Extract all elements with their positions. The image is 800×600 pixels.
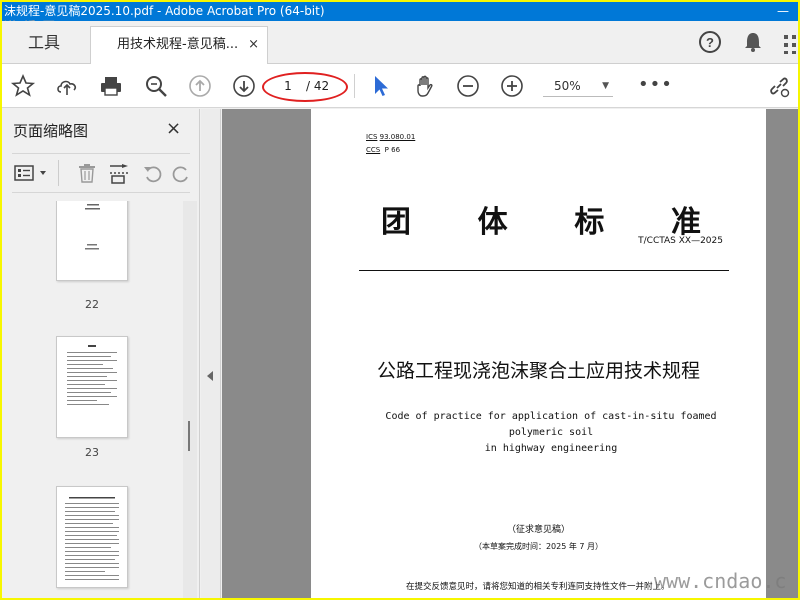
page-total-label: / 42 <box>306 79 330 93</box>
page-preview <box>67 345 117 405</box>
main-toolbar: 1 / 42 50% ▼ ••• <box>2 64 798 108</box>
bookmark-star-icon[interactable] <box>10 73 36 99</box>
select-cursor-icon[interactable] <box>368 73 394 99</box>
delete-page-icon[interactable] <box>76 162 98 184</box>
chevron-down-icon: ▼ <box>602 81 609 91</box>
help-icon[interactable]: ? <box>697 29 723 55</box>
zoom-in-icon[interactable] <box>499 73 525 99</box>
toolbar-divider <box>354 74 355 98</box>
page-preview <box>65 497 119 580</box>
heading-char: 体 <box>477 205 508 240</box>
rotate-clockwise-icon[interactable] <box>172 162 190 184</box>
thumbnail-options-icon[interactable] <box>14 162 50 184</box>
document-view[interactable]: ICS 93.080.01 CCS P 66 团 体 标 准 T/CCTAS X… <box>222 109 798 598</box>
heading-char: 团 <box>381 205 411 240</box>
thumbnail-page[interactable] <box>56 201 128 281</box>
thumbnail-page-number: 22 <box>85 298 99 311</box>
tab-bar: 工具 用技术规程-意见稿... × ? <box>2 21 798 64</box>
ics-code: 93.080.01 <box>379 133 416 141</box>
title-rule <box>359 270 729 271</box>
ccs-label: CCS <box>366 146 381 154</box>
collapse-panel-arrow-icon[interactable] <box>207 371 213 381</box>
rotate-counterclockwise-icon[interactable] <box>142 162 164 184</box>
english-title-line: in highway engineering <box>484 443 618 454</box>
share-link-icon[interactable] <box>766 73 792 99</box>
insert-page-icon[interactable] <box>108 162 130 184</box>
panel-splitter[interactable] <box>201 109 221 598</box>
more-tools-button[interactable]: ••• <box>638 74 673 95</box>
title-bar: 沫规程-意见稿2025.10.pdf - Adobe Acrobat Pro (… <box>2 2 798 21</box>
zoom-select[interactable]: 50% ▼ <box>543 75 613 97</box>
tab-document[interactable]: 用技术规程-意见稿... × <box>90 26 268 64</box>
thumbnail-scrollbar[interactable] <box>183 201 197 598</box>
page-preview <box>85 204 100 250</box>
tab-close-button[interactable]: × <box>248 27 259 63</box>
notification-bell-icon[interactable] <box>740 29 766 55</box>
panel-title: 页面缩略图 <box>13 122 89 140</box>
thumbnail-toolbar-divider <box>58 160 59 186</box>
zoom-value: 50% <box>554 79 581 93</box>
tab-document-label: 用技术规程-意见稿... <box>117 37 239 52</box>
minimize-button[interactable]: — <box>770 2 796 20</box>
thumbnail-toolbar <box>12 153 190 193</box>
pdf-page: ICS 93.080.01 CCS P 66 团 体 标 准 T/CCTAS X… <box>311 109 766 598</box>
thumbnail-page-number: 23 <box>85 446 99 459</box>
classification-codes: ICS 93.080.01 CCS P 66 <box>366 131 415 157</box>
draft-label: （征求意见稿） <box>506 525 570 535</box>
next-page-icon[interactable] <box>231 73 257 99</box>
ics-label: ICS <box>366 133 378 141</box>
ccs-code: P 66 <box>384 146 401 154</box>
print-icon[interactable] <box>98 73 124 99</box>
site-watermark: www.cndao.c <box>654 569 787 593</box>
chinese-title: 公路工程现浇泡沫聚合土应用技术规程 <box>376 360 700 382</box>
app-grid-icon[interactable] <box>778 29 798 55</box>
svg-text:?: ? <box>706 35 714 50</box>
previous-page-icon[interactable] <box>187 73 213 99</box>
panel-close-button[interactable]: × <box>166 118 181 139</box>
zoom-out-icon[interactable] <box>455 73 481 99</box>
cloud-upload-icon[interactable] <box>54 73 80 99</box>
thumbnail-page[interactable] <box>56 336 128 438</box>
hand-tool-icon[interactable] <box>412 73 438 99</box>
standard-number: T/CCTAS XX—2025 <box>638 236 723 246</box>
search-zoom-icon[interactable] <box>143 73 169 99</box>
completion-date: （本草案完成时间：2025 年 7 月） <box>473 542 604 551</box>
acrobat-window: 沫规程-意见稿2025.10.pdf - Adobe Acrobat Pro (… <box>2 2 798 598</box>
thumbnail-list: 22 23 <box>2 201 182 598</box>
scrollbar-thumb[interactable] <box>188 421 190 451</box>
english-title-line: Code of practice for application of cast… <box>385 411 717 438</box>
page-number-input[interactable]: 1 <box>274 76 302 96</box>
group-standard-heading: 团 体 标 准 <box>381 197 701 241</box>
thumbnails-panel: 页面缩略图 × 22 23 <box>2 109 200 598</box>
thumbnail-page[interactable] <box>56 486 128 588</box>
english-title: Code of practice for application of cast… <box>356 409 746 457</box>
tab-tools[interactable]: 工具 <box>2 21 86 64</box>
heading-char: 标 <box>574 205 605 240</box>
thumbnail-page-number: 24 <box>2 597 182 598</box>
heading-char: 准 <box>670 205 701 240</box>
